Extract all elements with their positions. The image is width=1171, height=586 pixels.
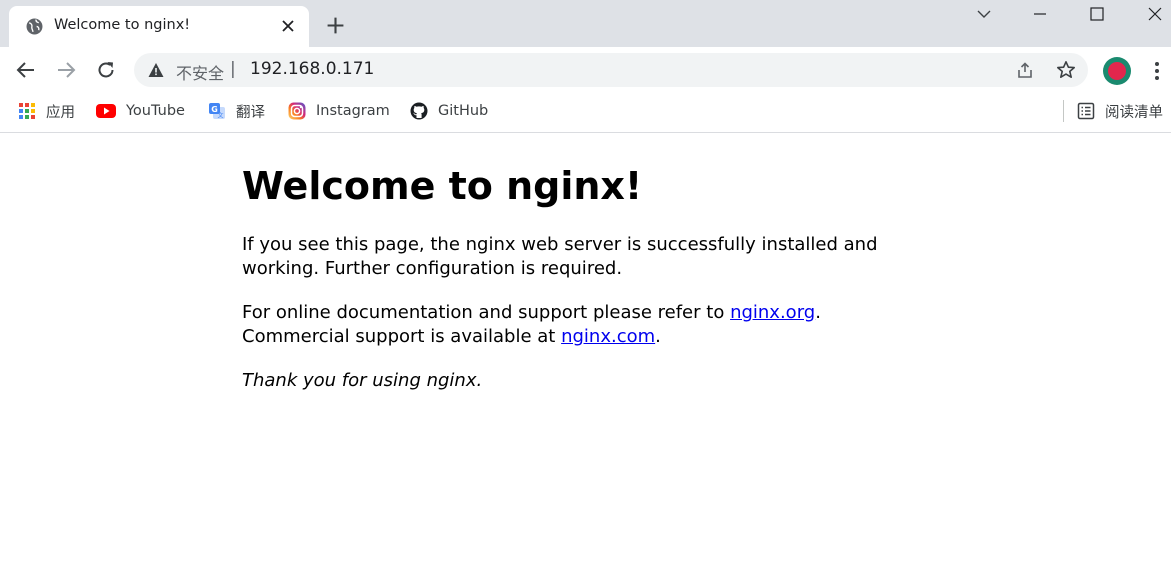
support-punct: .: [815, 302, 821, 323]
maximize-icon[interactable]: [1087, 4, 1107, 24]
tab-title: Welcome to nginx!: [54, 17, 191, 33]
browser-toolbar: 不安全 | 192.168.0.171: [0, 47, 1171, 94]
commercial-text: Commercial support is available at: [242, 326, 562, 347]
instagram-icon: [288, 102, 306, 120]
tab-active[interactable]: Welcome to nginx!: [9, 6, 309, 47]
nginx-welcome-page: Welcome to nginx! If you see this page, …: [242, 163, 882, 413]
minimize-icon[interactable]: [1030, 4, 1050, 24]
nginx-com-link[interactable]: nginx.com: [561, 326, 655, 347]
globe-icon: [26, 18, 43, 35]
bookmarks-bar: 应用 YouTube G 文 翻译 Instagram GitHub 阅读清单: [0, 94, 1171, 133]
support-text: For online documentation and support ple…: [242, 302, 731, 323]
apps-grid-icon: [19, 103, 35, 119]
back-arrow-icon[interactable]: [15, 59, 37, 81]
warning-triangle-icon[interactable]: [148, 62, 164, 78]
github-icon: [410, 102, 428, 120]
google-translate-icon: G 文: [209, 103, 225, 120]
bookmark-label: GitHub: [438, 103, 489, 119]
address-bar[interactable]: 不安全 | 192.168.0.171: [134, 53, 1088, 87]
not-secure-label[interactable]: 不安全: [176, 60, 224, 84]
bookmark-label: 应用: [46, 104, 75, 121]
tab-search-chevron-icon[interactable]: [974, 4, 994, 24]
commercial-punct: .: [655, 326, 661, 347]
bookmarks-divider: [1063, 100, 1064, 122]
new-tab-plus-icon[interactable]: [326, 16, 345, 35]
share-icon[interactable]: [1016, 61, 1034, 79]
svg-text:文: 文: [217, 112, 223, 120]
bookmark-star-icon[interactable]: [1056, 60, 1076, 80]
reading-list-icon: [1077, 102, 1095, 120]
bookmark-label: Instagram: [316, 103, 390, 119]
omnibox-separator: |: [230, 59, 236, 79]
reading-list-label: 阅读清单: [1105, 104, 1163, 121]
bookmark-translate[interactable]: G 文 翻译: [208, 100, 265, 122]
reading-list-button[interactable]: 阅读清单: [1077, 100, 1163, 122]
profile-avatar[interactable]: [1103, 57, 1131, 85]
bookmark-label: 翻译: [236, 104, 265, 121]
close-window-icon[interactable]: [1145, 4, 1165, 24]
thanks-text: Thank you for using nginx.: [242, 370, 483, 391]
youtube-icon: [96, 104, 116, 118]
forward-arrow-icon[interactable]: [55, 59, 77, 81]
reload-icon[interactable]: [95, 59, 117, 81]
bookmark-youtube[interactable]: YouTube: [96, 100, 185, 122]
bookmark-apps[interactable]: 应用: [18, 100, 75, 122]
page-heading: Welcome to nginx!: [242, 164, 643, 208]
nginx-org-link[interactable]: nginx.org: [730, 302, 815, 323]
intro-paragraph: If you see this page, the nginx web serv…: [242, 234, 878, 279]
thanks-paragraph: Thank you for using nginx.: [242, 369, 882, 393]
url-text[interactable]: 192.168.0.171: [250, 59, 374, 79]
kebab-menu-icon[interactable]: [1150, 60, 1164, 82]
avatar-image: [1108, 62, 1126, 80]
tab-close-icon[interactable]: [281, 19, 295, 33]
bookmark-github[interactable]: GitHub: [410, 100, 488, 122]
support-paragraph: For online documentation and support ple…: [242, 301, 882, 349]
tab-strip: Welcome to nginx!: [0, 0, 1171, 47]
bookmark-instagram[interactable]: Instagram: [288, 100, 390, 122]
bookmark-label: YouTube: [126, 103, 185, 119]
